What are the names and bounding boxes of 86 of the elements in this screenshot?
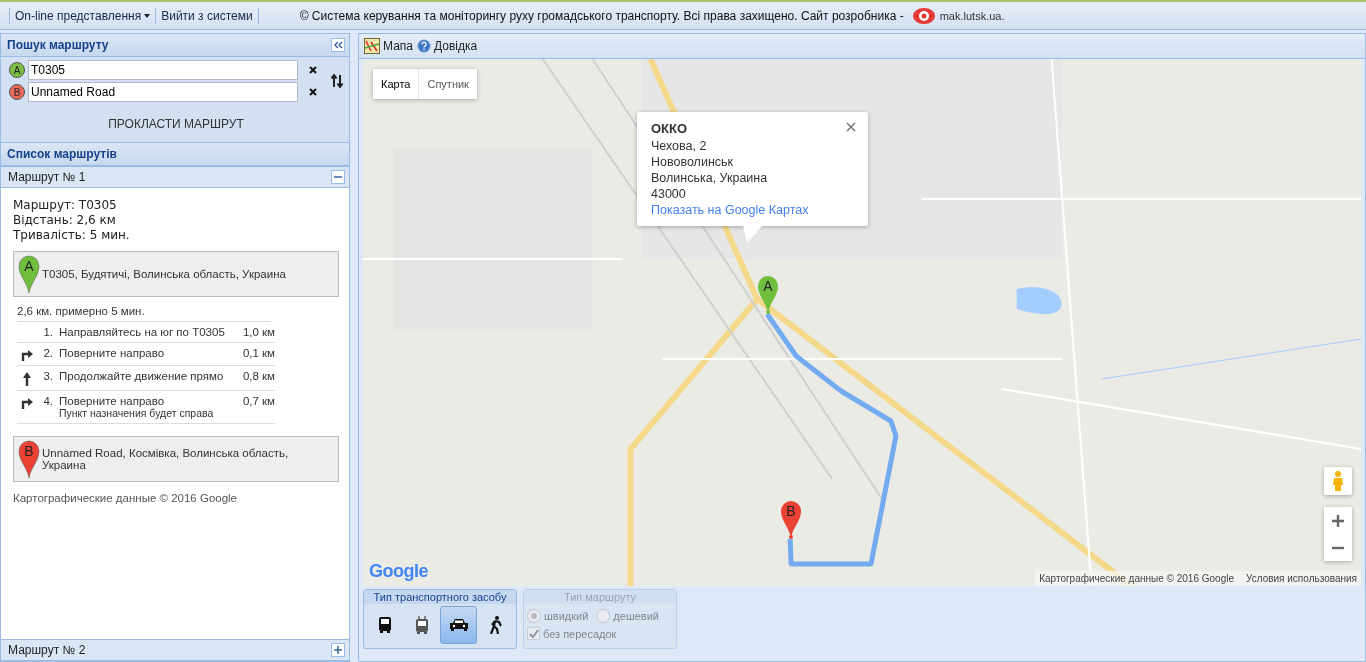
route-title: Маршрут № 1 [8, 170, 86, 184]
step-number: 4. [42, 395, 53, 407]
address-line: Нововолинськ [651, 154, 735, 170]
google-maps-link[interactable]: Показать на Google Картах [651, 203, 809, 217]
point-marker: A [9, 62, 25, 78]
address-line: Чехова, 2 [651, 138, 708, 154]
google-logo: Google [369, 561, 428, 582]
toggle-button[interactable] [331, 170, 345, 184]
turn-right-icon [21, 397, 33, 409]
car-icon [449, 619, 468, 631]
address-field[interactable]: Unnamed Road [28, 82, 298, 102]
route-title: Маршрут № 2 [8, 643, 86, 657]
step-instruction: Поверните направо [59, 395, 165, 407]
clear-icon[interactable] [309, 88, 317, 96]
copyright-text: © Система керування та моніторингу руху громадського транспорту. Всі права захищено. Сайт розробника - [299, 8, 904, 23]
toolbar-button[interactable]: Мапа [364, 38, 413, 54]
toolbar-button[interactable]: Довідка [417, 39, 478, 53]
eye-logo-icon [911, 5, 936, 26]
clear-icon[interactable] [309, 66, 317, 74]
step-distance: 1,0 км [242, 326, 275, 338]
build-route-button[interactable]: ПРОКЛАСТИ МАРШРУТ [102, 116, 250, 132]
straight-arrow-icon [23, 372, 31, 386]
map-view[interactable]: Карта Спутник ОККО Чехова, 2 Нововолинськ Волинська, Украина 43000 Показать на Google Картах A B Google Картографические данные © 2016 Google Условия использования [363, 59, 1361, 586]
summary-line: Маршрут: T0305 [13, 198, 118, 213]
group-title: Тип маршруту [524, 590, 676, 604]
point-marker: B [9, 84, 25, 100]
summary-line: Тривалість: 5 мин. [13, 228, 131, 243]
double-chevron-icon [333, 41, 343, 49]
transport-mode-button[interactable] [440, 606, 477, 644]
zoom-in-button[interactable] [1324, 507, 1352, 534]
group-title: Тип транспортного засобу [364, 590, 516, 604]
zoom-out-button[interactable] [1324, 534, 1352, 561]
address-line: Волинська, Украина [651, 170, 769, 186]
help-icon [417, 39, 431, 53]
step-instruction: Поверните направо [59, 347, 166, 359]
map-marker[interactable]: B [780, 499, 802, 539]
toggle-button[interactable] [331, 643, 345, 657]
map-icon [364, 38, 380, 54]
minus-icon [334, 173, 342, 181]
bus-icon [378, 617, 391, 633]
step-instruction: Направляйтесь на юг по T0305 [59, 326, 226, 338]
step-number: 2. [42, 347, 53, 359]
step-note: Пункт назначения будет справа [59, 407, 215, 419]
accordion-header[interactable]: Маршрут № 1 [1, 166, 349, 188]
step-distance: 0,8 км [242, 370, 275, 382]
developer-link[interactable]: mak.lutsk.ua. [939, 9, 1005, 22]
swap-icon[interactable] [331, 74, 343, 88]
panel-title: Список маршрутів [7, 147, 117, 161]
plus-icon [1332, 514, 1344, 527]
step-instruction: Продолжайте движение прямо [59, 370, 225, 382]
option-label: швидкий [544, 610, 589, 622]
step-number: 1. [42, 326, 53, 338]
plus-icon [334, 646, 342, 654]
menu-item[interactable]: On-line представлення [13, 8, 153, 23]
turn-right-icon [21, 349, 33, 361]
place-title: ОККО [651, 121, 688, 137]
option-label: дешевий [613, 610, 659, 622]
map-attribution: Картографические данные © 2016 Google [1039, 573, 1234, 584]
panel-title: Пошук маршруту [7, 38, 109, 52]
close-icon[interactable] [846, 122, 856, 132]
trolleybus-icon [415, 616, 428, 634]
step-distance: 0,7 км [242, 395, 275, 407]
step-number: 3. [42, 370, 53, 382]
info-window-pointer [743, 225, 763, 243]
map-pin-icon: A [18, 254, 40, 294]
pegman-icon [1332, 470, 1344, 492]
checkbox-label: без пересадок [543, 627, 617, 640]
waypoint-address: T0305, Будятичі, Волинська область, Украина [42, 268, 287, 280]
map-type-tab[interactable]: Спутник [418, 69, 477, 99]
terms-link[interactable]: Условия использования [1246, 573, 1357, 584]
waypoint-address: Unnamed Road, Космівка, Волинська область, Украина [42, 447, 290, 471]
caret-icon [144, 13, 151, 18]
map-data-copyright: Картографические данные © 2016 Google [13, 492, 239, 504]
walking-person-icon [489, 616, 502, 634]
menu-item[interactable]: Вийти з системи [159, 8, 255, 23]
collapse-button[interactable] [331, 38, 345, 52]
summary-line: Відстань: 2,6 км [13, 213, 117, 228]
address-field[interactable]: T0305 [28, 60, 298, 80]
accordion-header[interactable]: Маршрут № 2 [1, 639, 349, 661]
lake-drawing [1016, 287, 1062, 314]
map-type-tab[interactable]: Карта [373, 69, 419, 99]
step-distance: 0,1 км [242, 347, 275, 359]
map-pin-icon: B [18, 439, 40, 479]
address-line: 43000 [651, 186, 687, 202]
route-overview: 2,6 км. примерно 5 мин. [17, 305, 271, 322]
map-marker[interactable]: A [757, 274, 779, 314]
